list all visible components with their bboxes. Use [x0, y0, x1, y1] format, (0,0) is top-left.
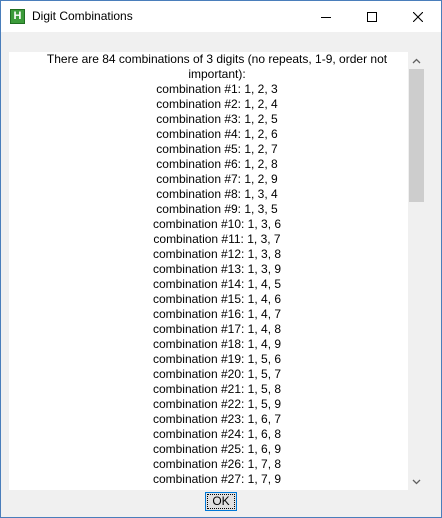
chevron-down-icon	[412, 479, 421, 484]
button-row: OK	[9, 490, 425, 514]
combination-line: combination #7: 1, 2, 9	[156, 172, 278, 186]
combination-line: combination #21: 1, 5, 8	[152, 382, 282, 396]
combination-line: combination #1: 1, 2, 3	[156, 82, 278, 96]
minimize-button[interactable]	[303, 1, 349, 32]
combination-line: combination #20: 1, 5, 7	[152, 367, 282, 381]
combination-line: combination #24: 1, 6, 8	[152, 427, 282, 441]
combination-line: combination #9: 1, 3, 5	[156, 202, 278, 216]
combination-line: combination #16: 1, 4, 7	[152, 307, 282, 321]
combination-line: combination #4: 1, 2, 6	[156, 127, 278, 141]
combination-line: combination #6: 1, 2, 8	[156, 157, 278, 171]
combination-line: combination #2: 1, 2, 4	[156, 97, 278, 111]
message-header: There are 84 combinations of 3 digits (n…	[46, 52, 388, 81]
app-icon: H	[10, 9, 25, 24]
ok-button[interactable]: OK	[205, 492, 237, 511]
minimize-icon	[321, 16, 331, 18]
scroll-down-button[interactable]	[408, 473, 425, 490]
combination-line: combination #25: 1, 6, 9	[152, 442, 282, 456]
scroll-up-button[interactable]	[408, 52, 425, 69]
combinations-text-area[interactable]: There are 84 combinations of 3 digits (n…	[9, 52, 425, 490]
combination-line: combination #22: 1, 5, 9	[152, 397, 282, 411]
combination-line: combination #17: 1, 4, 8	[152, 322, 282, 336]
window-title: Digit Combinations	[32, 9, 133, 23]
combination-line: combination #26: 1, 7, 8	[152, 457, 282, 471]
title-bar[interactable]: H Digit Combinations	[1, 1, 441, 32]
combination-line: combination #10: 1, 3, 6	[152, 217, 282, 231]
combination-line: combination #15: 1, 4, 6	[152, 292, 282, 306]
combination-line: combination #5: 1, 2, 7	[156, 142, 278, 156]
combination-line: combination #11: 1, 3, 7	[153, 232, 281, 246]
scrollbar-thumb[interactable]	[409, 69, 424, 202]
dialog-client-area: There are 84 combinations of 3 digits (n…	[1, 32, 441, 517]
combination-line: combination #13: 1, 3, 9	[152, 262, 282, 276]
combination-line: combination #19: 1, 5, 6	[152, 352, 282, 366]
combination-line: combination #18: 1, 4, 9	[152, 337, 282, 351]
combination-line: combination #14: 1, 4, 5	[152, 277, 282, 291]
chevron-up-icon	[412, 58, 421, 63]
dialog-window: H Digit Combinations There are 84 combin…	[0, 0, 442, 518]
combination-line: combination #3: 1, 2, 5	[156, 112, 278, 126]
combination-line: combination #8: 1, 3, 4	[156, 187, 278, 201]
maximize-button[interactable]	[349, 1, 395, 32]
combination-line: combination #23: 1, 6, 7	[152, 412, 282, 426]
combination-line: combination #12: 1, 3, 8	[152, 247, 282, 261]
message-panel: There are 84 combinations of 3 digits (n…	[9, 52, 425, 514]
maximize-icon	[367, 11, 377, 22]
vertical-scrollbar[interactable]	[408, 52, 425, 490]
message-text: There are 84 combinations of 3 digits (n…	[9, 52, 425, 487]
close-icon	[413, 11, 423, 22]
combination-line: combination #27: 1, 7, 9	[152, 472, 282, 486]
close-button[interactable]	[395, 1, 441, 32]
